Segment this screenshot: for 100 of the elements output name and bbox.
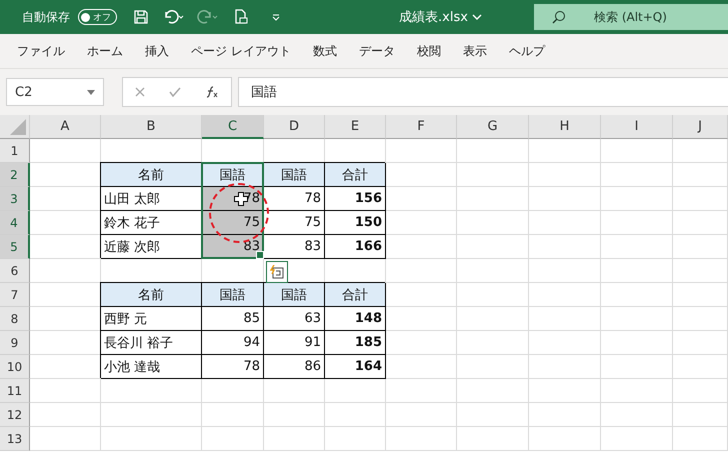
table-cell[interactable]: 83 xyxy=(264,235,325,259)
empty-cell[interactable] xyxy=(386,211,457,235)
header-cell[interactable]: 国語 xyxy=(264,283,325,307)
table-cell[interactable]: 91 xyxy=(264,331,325,355)
empty-cell[interactable] xyxy=(529,139,601,163)
empty-cell[interactable] xyxy=(673,355,728,379)
table-cell[interactable]: 86 xyxy=(264,355,325,379)
empty-cell[interactable] xyxy=(457,187,529,211)
empty-cell[interactable] xyxy=(529,187,601,211)
row-header[interactable]: 1 xyxy=(0,139,30,163)
fill-handle[interactable] xyxy=(256,251,264,259)
empty-cell[interactable] xyxy=(529,235,601,259)
empty-cell[interactable] xyxy=(386,379,457,403)
empty-cell[interactable] xyxy=(202,427,264,451)
cancel-icon[interactable] xyxy=(135,87,145,97)
ribbon-tab[interactable]: 校閲 xyxy=(406,42,452,60)
empty-cell[interactable] xyxy=(673,211,728,235)
redo-icon[interactable] xyxy=(197,9,219,25)
customize-icon[interactable] xyxy=(271,12,281,22)
function-icon[interactable] xyxy=(205,86,219,98)
empty-cell[interactable] xyxy=(673,283,728,307)
empty-cell[interactable] xyxy=(264,427,325,451)
column-header[interactable]: J xyxy=(673,115,728,139)
table-cell[interactable]: 78 xyxy=(264,187,325,211)
empty-cell[interactable] xyxy=(529,331,601,355)
column-header[interactable]: I xyxy=(601,115,673,139)
check-icon[interactable] xyxy=(169,87,181,97)
table-cell[interactable]: 164 xyxy=(325,355,386,379)
empty-cell[interactable] xyxy=(601,139,673,163)
empty-cell[interactable] xyxy=(673,235,728,259)
empty-cell[interactable] xyxy=(457,403,529,427)
empty-cell[interactable] xyxy=(673,163,728,187)
ribbon-tab[interactable]: 数式 xyxy=(302,42,348,60)
empty-cell[interactable] xyxy=(601,307,673,331)
empty-cell[interactable] xyxy=(386,331,457,355)
empty-cell[interactable] xyxy=(386,427,457,451)
name-box[interactable]: C2 xyxy=(6,78,104,106)
document-icon[interactable] xyxy=(233,9,249,25)
row-header[interactable]: 2 xyxy=(0,163,30,187)
row-header[interactable]: 12 xyxy=(0,403,30,427)
header-cell[interactable]: 合計 xyxy=(325,163,386,187)
empty-cell[interactable] xyxy=(457,235,529,259)
empty-cell[interactable] xyxy=(529,379,601,403)
column-header[interactable]: G xyxy=(457,115,529,139)
undo-icon[interactable] xyxy=(163,9,185,25)
empty-cell[interactable] xyxy=(601,403,673,427)
row-header[interactable]: 9 xyxy=(0,331,30,355)
empty-cell[interactable] xyxy=(529,259,601,283)
empty-cell[interactable] xyxy=(101,427,202,451)
empty-cell[interactable] xyxy=(601,187,673,211)
row-header[interactable]: 5 xyxy=(0,235,30,259)
empty-cell[interactable] xyxy=(386,355,457,379)
empty-cell[interactable] xyxy=(673,259,728,283)
row-header[interactable]: 6 xyxy=(0,259,30,283)
ribbon-tab[interactable]: ファイル xyxy=(6,42,76,60)
table-cell[interactable]: 166 xyxy=(325,235,386,259)
empty-cell[interactable] xyxy=(101,379,202,403)
empty-cell[interactable] xyxy=(457,259,529,283)
table-cell[interactable]: 185 xyxy=(325,331,386,355)
empty-cell[interactable] xyxy=(325,379,386,403)
header-cell[interactable]: 名前 xyxy=(101,283,202,307)
empty-cell[interactable] xyxy=(264,403,325,427)
empty-cell[interactable] xyxy=(601,331,673,355)
empty-cell[interactable] xyxy=(386,259,457,283)
empty-cell[interactable] xyxy=(529,163,601,187)
empty-cell[interactable] xyxy=(264,379,325,403)
file-name[interactable]: 成績表.xlsx xyxy=(399,8,468,26)
row-header[interactable]: 8 xyxy=(0,307,30,331)
empty-cell[interactable] xyxy=(601,259,673,283)
column-header[interactable]: H xyxy=(529,115,601,139)
empty-cell[interactable] xyxy=(457,427,529,451)
table-cell[interactable]: 西野 元 xyxy=(101,307,202,331)
ribbon-tab[interactable]: ヘルプ xyxy=(498,42,556,60)
empty-cell[interactable] xyxy=(386,187,457,211)
empty-cell[interactable] xyxy=(601,355,673,379)
row-header[interactable]: 11 xyxy=(0,379,30,403)
table-cell[interactable]: 山田 太郎 xyxy=(101,187,202,211)
empty-cell[interactable] xyxy=(457,355,529,379)
empty-cell[interactable] xyxy=(673,379,728,403)
empty-cell[interactable] xyxy=(457,211,529,235)
empty-cell[interactable] xyxy=(386,403,457,427)
empty-cell[interactable] xyxy=(386,307,457,331)
ribbon-tab[interactable]: ホーム xyxy=(76,42,134,60)
column-header[interactable]: C xyxy=(202,115,264,139)
empty-cell[interactable] xyxy=(673,307,728,331)
table-cell[interactable]: 75 xyxy=(264,211,325,235)
table-cell[interactable]: 63 xyxy=(264,307,325,331)
table-cell[interactable]: 85 xyxy=(202,307,264,331)
save-icon[interactable] xyxy=(133,9,149,25)
empty-cell[interactable] xyxy=(202,403,264,427)
formula-field[interactable]: 国語 xyxy=(238,77,728,107)
empty-cell[interactable] xyxy=(673,331,728,355)
dropdown-icon[interactable] xyxy=(87,90,95,94)
empty-cell[interactable] xyxy=(529,283,601,307)
empty-cell[interactable] xyxy=(601,427,673,451)
empty-cell[interactable] xyxy=(386,235,457,259)
empty-cell[interactable] xyxy=(601,379,673,403)
empty-cell[interactable] xyxy=(601,211,673,235)
quick-analysis-popup[interactable] xyxy=(266,261,288,283)
table-cell[interactable]: 78 xyxy=(202,355,264,379)
